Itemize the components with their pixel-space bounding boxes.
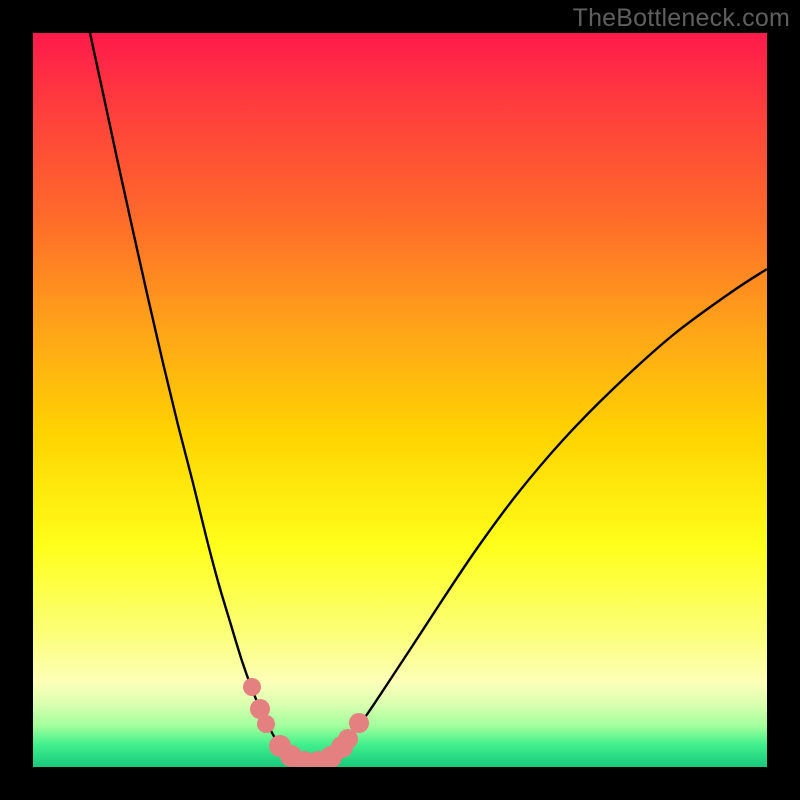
- marker-dot: [349, 713, 369, 733]
- curves-layer: [33, 33, 767, 767]
- marker-dot: [243, 678, 261, 696]
- right-curve: [343, 269, 767, 746]
- highlight-dots: [243, 678, 369, 767]
- plot-area: [33, 33, 767, 767]
- left-curve: [90, 33, 281, 746]
- marker-dot: [257, 715, 275, 733]
- chart-frame: TheBottleneck.com: [0, 0, 800, 800]
- watermark-text: TheBottleneck.com: [573, 4, 790, 33]
